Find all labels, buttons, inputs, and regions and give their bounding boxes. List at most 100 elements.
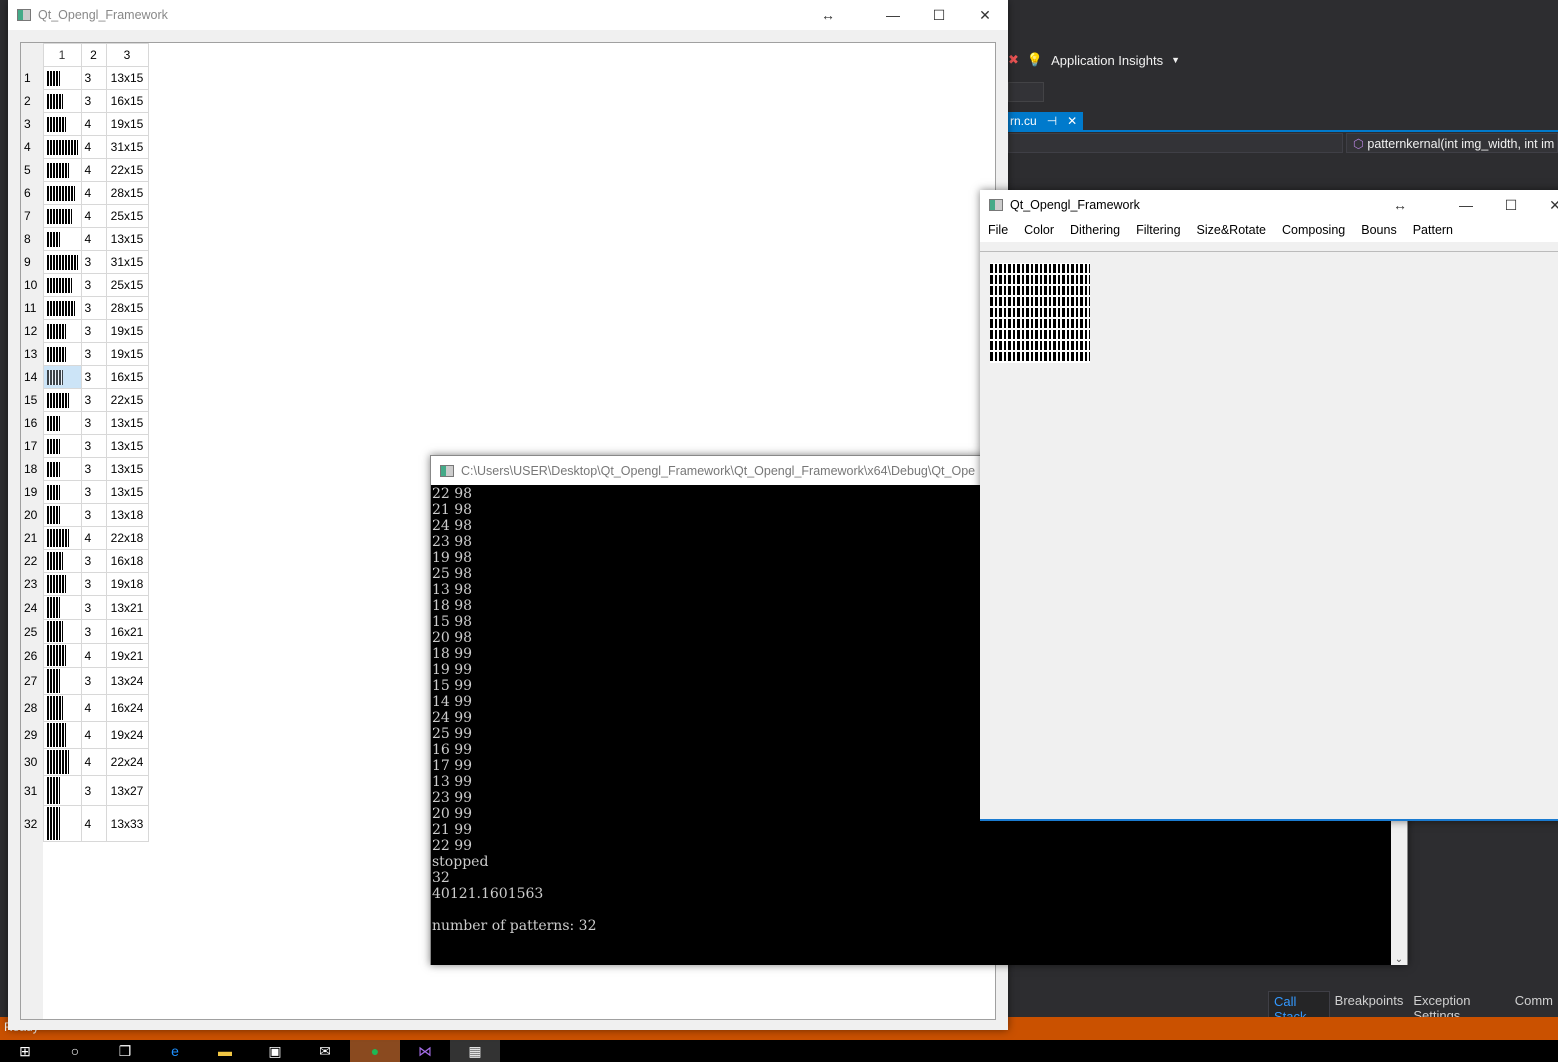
table-row[interactable]: 15 3 22x15 bbox=[21, 388, 149, 412]
pattern-thumbnail-cell[interactable] bbox=[42, 526, 82, 550]
size-cell[interactable]: 25x15 bbox=[105, 273, 149, 297]
visual-studio-icon[interactable]: ⋈ bbox=[400, 1040, 450, 1062]
pattern-thumbnail-cell[interactable] bbox=[42, 181, 82, 205]
pattern-thumbnail-cell[interactable] bbox=[42, 135, 82, 159]
close-icon[interactable]: ✕ bbox=[1067, 114, 1077, 128]
row-header[interactable]: 3 bbox=[21, 112, 43, 136]
row-header[interactable]: 16 bbox=[21, 411, 43, 435]
row-header[interactable]: 29 bbox=[21, 721, 43, 749]
row-header[interactable]: 4 bbox=[21, 135, 43, 159]
menu-composing[interactable]: Composing bbox=[1282, 223, 1345, 239]
file-explorer-icon[interactable]: ▬ bbox=[200, 1040, 250, 1062]
size-cell[interactable]: 13x15 bbox=[105, 66, 149, 90]
table-row[interactable]: 3 4 19x15 bbox=[21, 112, 149, 136]
row-header[interactable]: 21 bbox=[21, 526, 43, 550]
size-cell[interactable]: 13x15 bbox=[105, 227, 149, 251]
row-header[interactable]: 20 bbox=[21, 503, 43, 527]
count-cell[interactable]: 3 bbox=[80, 457, 107, 481]
table-row[interactable]: 30 4 22x24 bbox=[21, 748, 149, 776]
pattern-thumbnail-cell[interactable] bbox=[42, 342, 82, 366]
row-header[interactable]: 30 bbox=[21, 748, 43, 776]
size-cell[interactable]: 19x24 bbox=[105, 721, 149, 749]
row-header[interactable]: 15 bbox=[21, 388, 43, 412]
close-button[interactable]: ✕ bbox=[962, 0, 1008, 30]
pattern-thumbnail-cell[interactable] bbox=[42, 619, 82, 644]
size-cell[interactable]: 13x15 bbox=[105, 411, 149, 435]
size-cell[interactable]: 19x15 bbox=[105, 319, 149, 343]
menu-sizerotate[interactable]: Size&Rotate bbox=[1197, 223, 1266, 239]
table-row[interactable]: 26 4 19x21 bbox=[21, 643, 149, 668]
table-row[interactable]: 27 3 13x24 bbox=[21, 667, 149, 695]
row-header[interactable]: 17 bbox=[21, 434, 43, 458]
size-cell[interactable]: 19x21 bbox=[105, 643, 149, 668]
pattern-thumbnail-cell[interactable] bbox=[42, 296, 82, 320]
pattern-thumbnail-cell[interactable] bbox=[42, 227, 82, 251]
size-cell[interactable]: 16x18 bbox=[105, 549, 149, 573]
pattern-thumbnail-cell[interactable] bbox=[42, 503, 82, 527]
size-cell[interactable]: 22x18 bbox=[105, 526, 149, 550]
count-cell[interactable]: 3 bbox=[80, 549, 107, 573]
size-cell[interactable]: 19x15 bbox=[105, 112, 149, 136]
row-header[interactable]: 23 bbox=[21, 572, 43, 596]
size-cell[interactable]: 25x15 bbox=[105, 204, 149, 228]
pattern-thumbnail-cell[interactable] bbox=[42, 457, 82, 481]
pattern-thumbnail-cell[interactable] bbox=[42, 66, 82, 90]
table-row[interactable]: 23 3 19x18 bbox=[21, 572, 149, 596]
maximize-button[interactable]: ☐ bbox=[916, 0, 962, 30]
pattern-thumbnail-cell[interactable] bbox=[42, 319, 82, 343]
size-cell[interactable]: 13x15 bbox=[105, 457, 149, 481]
table-row[interactable]: 21 4 22x18 bbox=[21, 526, 149, 550]
row-header[interactable]: 5 bbox=[21, 158, 43, 182]
table-row[interactable]: 31 3 13x27 bbox=[21, 775, 149, 806]
count-cell[interactable]: 4 bbox=[80, 748, 107, 776]
count-cell[interactable]: 3 bbox=[80, 66, 107, 90]
size-cell[interactable]: 13x15 bbox=[105, 434, 149, 458]
size-cell[interactable]: 16x21 bbox=[105, 619, 149, 644]
config-combo[interactable] bbox=[1008, 82, 1044, 102]
count-cell[interactable]: 4 bbox=[80, 204, 107, 228]
search-icon[interactable]: ○ bbox=[50, 1040, 100, 1062]
windows-start-icon[interactable]: ⊞ bbox=[0, 1040, 50, 1062]
row-header[interactable]: 32 bbox=[21, 805, 43, 842]
count-cell[interactable]: 3 bbox=[80, 273, 107, 297]
table-row[interactable]: 22 3 16x18 bbox=[21, 549, 149, 573]
bookmark-clear-icon[interactable]: ✖ bbox=[1008, 52, 1019, 68]
menu-dithering[interactable]: Dithering bbox=[1070, 223, 1120, 239]
pattern-thumbnail-cell[interactable] bbox=[42, 411, 82, 435]
pattern-thumbnail-cell[interactable] bbox=[42, 643, 82, 668]
count-cell[interactable]: 4 bbox=[80, 135, 107, 159]
table-row[interactable]: 25 3 16x21 bbox=[21, 619, 149, 644]
pattern-thumbnail-cell[interactable] bbox=[42, 775, 82, 806]
table-row[interactable]: 28 4 16x24 bbox=[21, 694, 149, 722]
menu-color[interactable]: Color bbox=[1024, 223, 1054, 239]
pattern-thumbnail-cell[interactable] bbox=[42, 595, 82, 620]
pattern-thumbnail-cell[interactable] bbox=[42, 805, 82, 842]
count-cell[interactable]: 3 bbox=[80, 775, 107, 806]
maximize-button[interactable]: ☐ bbox=[1488, 190, 1534, 220]
pin-icon[interactable]: ⊣ bbox=[1047, 114, 1057, 128]
edge-icon[interactable]: e bbox=[150, 1040, 200, 1062]
pattern-thumbnail-cell[interactable] bbox=[42, 365, 82, 389]
pattern-thumbnail-cell[interactable] bbox=[42, 667, 82, 695]
size-cell[interactable]: 13x21 bbox=[105, 595, 149, 620]
row-header[interactable]: 8 bbox=[21, 227, 43, 251]
count-cell[interactable]: 3 bbox=[80, 572, 107, 596]
table-row[interactable]: 16 3 13x15 bbox=[21, 411, 149, 435]
size-cell[interactable]: 19x15 bbox=[105, 342, 149, 366]
table-row[interactable]: 17 3 13x15 bbox=[21, 434, 149, 458]
pattern-thumbnail-cell[interactable] bbox=[42, 89, 82, 113]
pattern-thumbnail-cell[interactable] bbox=[42, 273, 82, 297]
count-cell[interactable]: 4 bbox=[80, 721, 107, 749]
row-header[interactable]: 12 bbox=[21, 319, 43, 343]
row-header[interactable]: 6 bbox=[21, 181, 43, 205]
mail-icon[interactable]: ✉ bbox=[300, 1040, 350, 1062]
scope-dropdown[interactable] bbox=[1008, 133, 1343, 153]
chevron-down-icon[interactable]: ▼ bbox=[1171, 55, 1180, 65]
table-row[interactable]: 6 4 28x15 bbox=[21, 181, 149, 205]
column-header[interactable]: 1 bbox=[42, 43, 82, 67]
store-icon[interactable]: ▣ bbox=[250, 1040, 300, 1062]
table-row[interactable]: 11 3 28x15 bbox=[21, 296, 149, 320]
table-row[interactable]: 19 3 13x15 bbox=[21, 480, 149, 504]
qt-app-icon[interactable]: ▦ bbox=[450, 1040, 500, 1062]
row-header[interactable]: 10 bbox=[21, 273, 43, 297]
